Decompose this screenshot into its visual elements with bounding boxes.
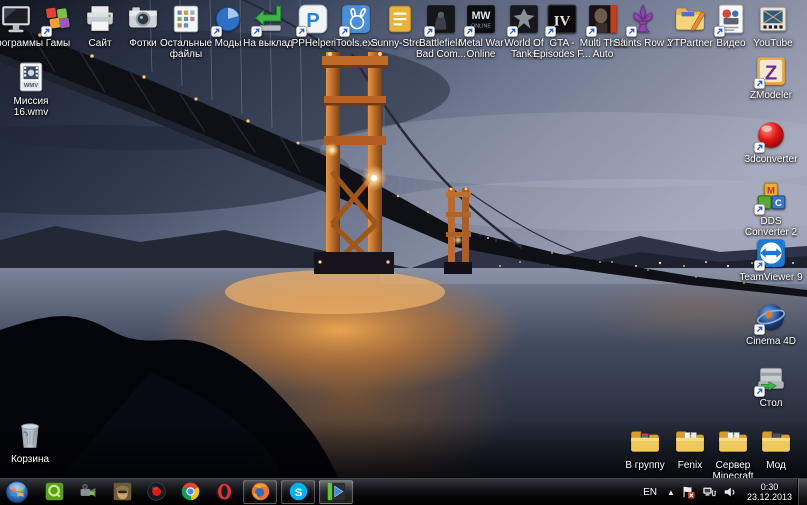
skype-icon: S	[288, 481, 309, 502]
desktop-icon-cinema-4d[interactable]: Cinema 4D	[739, 300, 803, 347]
dds-cubes-icon: MC	[754, 180, 788, 214]
shortcut-arrow-icon	[339, 26, 350, 37]
zmodeler-icon: Z	[754, 54, 788, 88]
taskbar: S EN ▲ 0:30 23.12.2013	[0, 478, 807, 504]
icon-label: Корзина	[0, 454, 62, 465]
shortcut-arrow-icon	[754, 142, 765, 153]
clock-date: 23.12.2013	[747, 492, 792, 502]
taskbar-soldier-game-app[interactable]	[107, 480, 137, 504]
fleur-icon	[626, 2, 660, 36]
upload-arrows-icon	[251, 2, 285, 36]
desktop-icon-recycle-bin[interactable]: Корзина	[0, 418, 62, 465]
show-hidden-icons-button[interactable]: ▲	[667, 488, 675, 497]
folder-color-icon	[628, 424, 662, 458]
device-icon	[754, 362, 788, 396]
taskbar-start-button[interactable]	[3, 480, 31, 504]
shortcut-arrow-icon	[545, 26, 556, 37]
shortcut-arrow-icon	[464, 26, 475, 37]
desktop: ПрограммыГамыСайтФоткиОстальные файлыМод…	[0, 0, 807, 478]
shortcut-arrow-icon	[754, 324, 765, 335]
shortcut-arrow-icon	[251, 26, 262, 37]
film-doc-icon	[756, 2, 790, 36]
svg-text:S: S	[294, 487, 302, 499]
desktop-icon-stol[interactable]: Стол	[739, 362, 803, 409]
shortcut-arrow-icon	[296, 26, 307, 37]
desktop-icon-3dconverter[interactable]: 3dconverter	[739, 118, 803, 165]
system-tray: EN ▲ 0:30 23.12.2013	[643, 479, 807, 505]
icon-label: Cinema 4D	[739, 336, 803, 347]
cinema4d-icon	[754, 300, 788, 334]
shortcut-arrow-icon	[754, 260, 765, 271]
taskbar-chrome[interactable]	[175, 480, 205, 504]
shortcut-arrow-icon	[754, 386, 765, 397]
icon-label: Миссия 16.wmv	[0, 96, 63, 118]
svg-text:WMV: WMV	[24, 83, 38, 89]
red-sphere-icon	[754, 118, 788, 152]
clock-time: 0:30	[747, 482, 792, 492]
icon-label: Мод	[744, 460, 807, 471]
desktop-icon-dds-converter-2[interactable]: MCDDS Converter 2	[739, 180, 803, 238]
opera-icon	[214, 481, 235, 502]
network-icon[interactable]	[702, 485, 717, 500]
svg-text:Z: Z	[765, 63, 777, 85]
icon-label: 3dconverter	[739, 154, 803, 165]
soldier-avatar-icon	[112, 481, 133, 502]
icon-label: ZModeler	[739, 90, 803, 101]
icon-label: TeamViewer 9	[739, 272, 803, 283]
chrome-icon	[180, 481, 201, 502]
action-center-flag-icon[interactable]	[681, 485, 696, 500]
svg-text:P: P	[306, 10, 319, 32]
icon-label: YouTube	[741, 38, 805, 49]
taskbar-clock[interactable]: 0:30 23.12.2013	[747, 482, 792, 502]
player-icon	[326, 481, 347, 502]
shortcut-arrow-icon	[586, 26, 597, 37]
desktop-icon-mission-video[interactable]: WMV Миссия 16.wmv	[0, 60, 63, 118]
taskbar-opera[interactable]	[209, 480, 239, 504]
desktop-icon-teamviewer-9[interactable]: TeamViewer 9	[739, 236, 803, 283]
icon-label: DDS Converter 2	[739, 216, 803, 238]
svg-text:M: M	[767, 185, 775, 196]
firefox-icon	[250, 481, 271, 502]
recycle-bin-icon	[13, 418, 47, 452]
shortcut-arrow-icon	[41, 26, 52, 37]
folder-dark-icon	[759, 424, 793, 458]
camcorder-icon	[78, 481, 99, 502]
shortcut-arrow-icon	[211, 26, 222, 37]
shortcut-arrow-icon	[754, 78, 765, 89]
wmv-file-icon: WMV	[14, 60, 48, 94]
taskbar-recorder-app[interactable]	[73, 480, 103, 504]
svg-text:C: C	[775, 198, 782, 209]
taskbar-firefox[interactable]	[243, 480, 277, 504]
desktop-icon-youtube[interactable]: YouTube	[741, 2, 805, 49]
taskbar-skype[interactable]: S	[281, 480, 315, 504]
shortcut-arrow-icon	[424, 26, 435, 37]
taskbar-media-player[interactable]	[319, 480, 353, 504]
icon-label: Стол	[739, 398, 803, 409]
svg-text:IV: IV	[554, 13, 571, 29]
taskbar-buttons: S	[0, 479, 355, 504]
volume-icon[interactable]	[723, 485, 738, 500]
teamviewer-icon	[754, 236, 788, 270]
shortcut-arrow-icon	[626, 26, 637, 37]
shortcut-arrow-icon	[714, 26, 725, 37]
shortcut-arrow-icon	[754, 204, 765, 215]
show-desktop-button[interactable]	[797, 479, 807, 505]
taskbar-record-app[interactable]	[141, 480, 171, 504]
record-dot-icon	[146, 481, 167, 502]
windows-orb-icon	[5, 480, 29, 504]
desktop-icon-mod[interactable]: Мод	[744, 424, 807, 471]
shortcut-arrow-icon	[507, 26, 518, 37]
language-indicator[interactable]: EN	[643, 487, 657, 498]
svg-text:MW: MW	[472, 10, 491, 22]
taskbar-qip-app[interactable]	[39, 480, 69, 504]
desktop-icon-zmodeler[interactable]: Z ZModeler	[739, 54, 803, 101]
green-q-icon	[44, 481, 65, 502]
